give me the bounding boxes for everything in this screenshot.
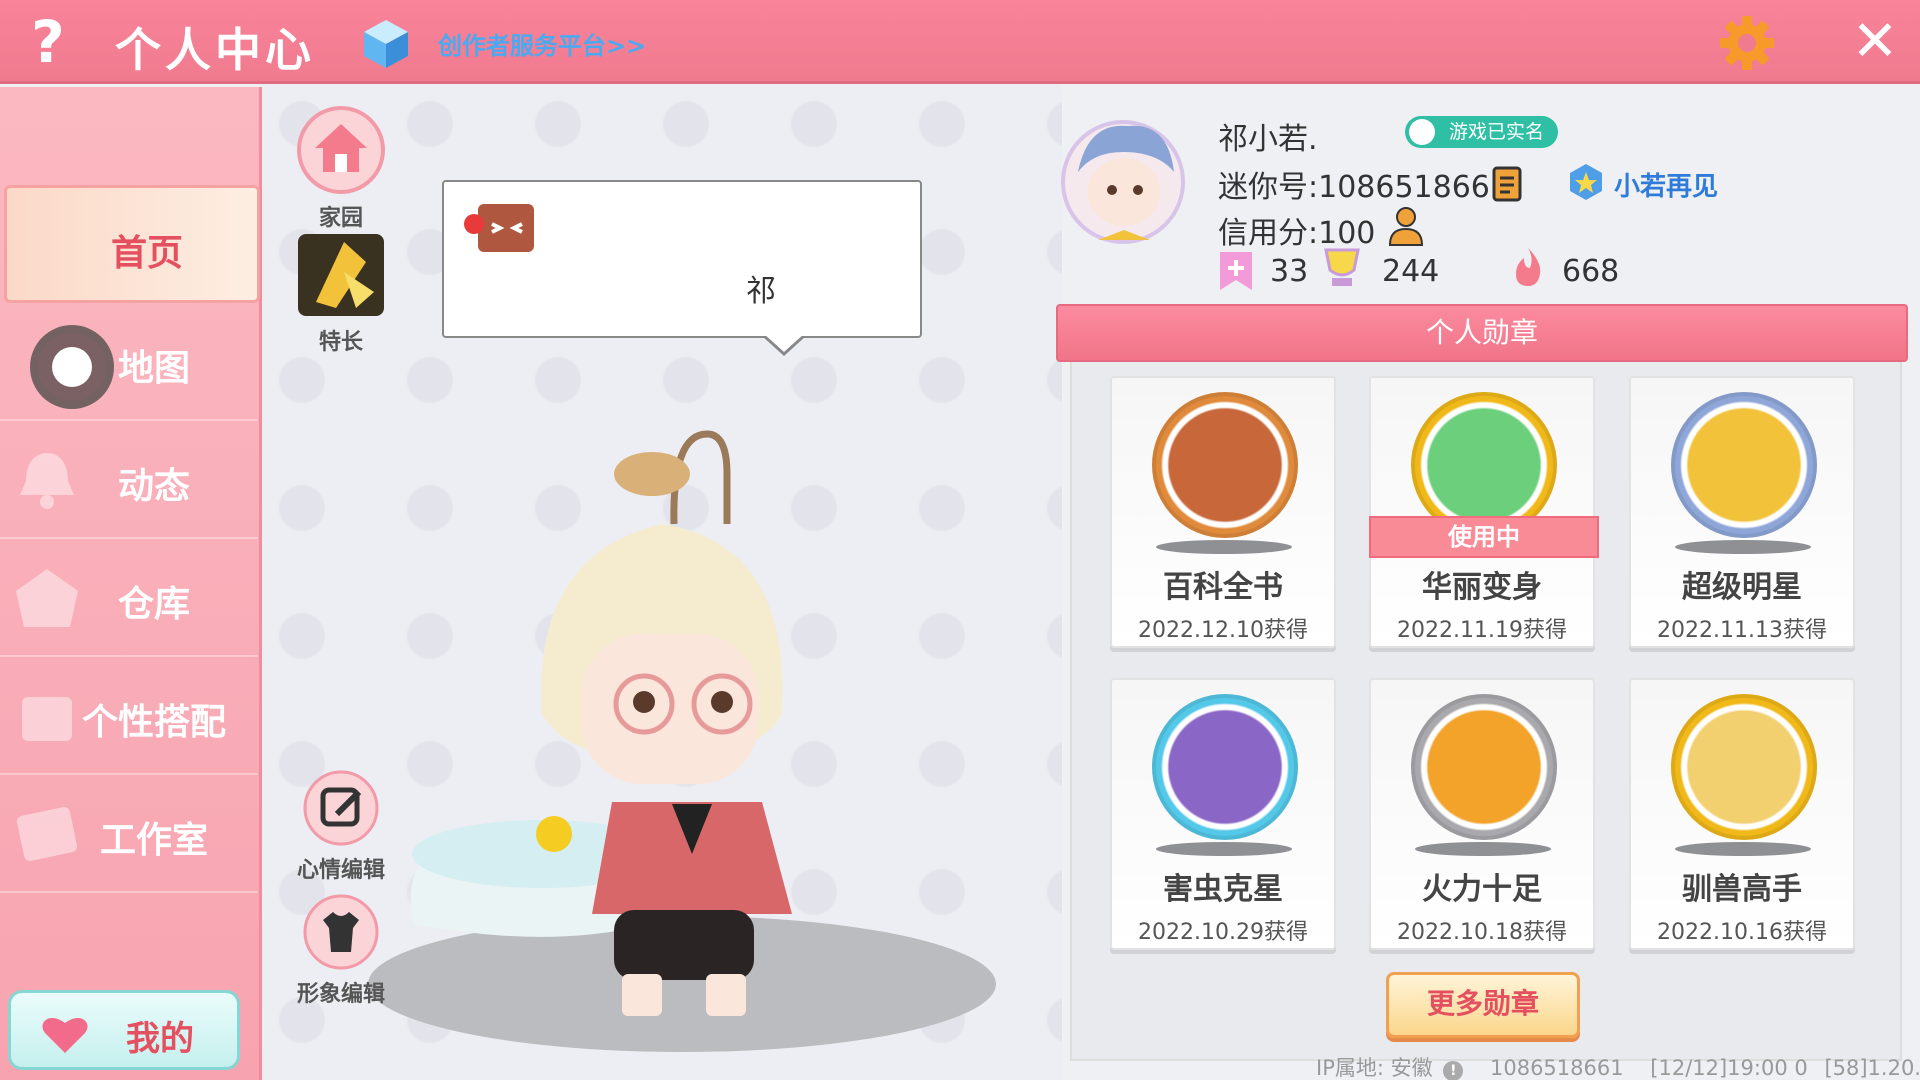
home-label: 家园 [318, 206, 363, 231]
talent-icon [298, 234, 384, 316]
medal-shadow [1675, 540, 1811, 554]
home-button[interactable]: 家园 [286, 106, 396, 232]
person-icon[interactable] [1386, 205, 1426, 247]
footer-info: IP属地: 安徽 ! 1086518661 [12/12]19:00 0 [58… [1316, 1052, 1920, 1080]
creator-platform-link[interactable]: 创作者服务平台>> [438, 26, 646, 61]
help-icon[interactable]: ? [18, 10, 78, 74]
cube-icon[interactable] [362, 18, 410, 70]
info-icon[interactable]: ! [1443, 1061, 1464, 1080]
medal-shadow [1415, 842, 1551, 856]
sidebar-item-outfit[interactable]: 个性搭配 [0, 657, 258, 775]
star-badge-icon [1570, 164, 1602, 200]
bookmark-icon [1220, 252, 1252, 290]
mood-bubble[interactable]: 祁 [442, 180, 922, 338]
talent-button[interactable]: 特长 [286, 232, 396, 356]
more-medals-button[interactable]: 更多勋章 [1386, 972, 1580, 1038]
avatar[interactable] [1058, 112, 1188, 252]
medal-card[interactable]: 驯兽高手 2022.10.16获得 [1629, 678, 1855, 950]
medal-name: 华丽变身 [1422, 570, 1542, 605]
stat-value: 244 [1382, 254, 1440, 289]
sidebar-item-feed[interactable]: 动态 [0, 421, 258, 539]
medal-card[interactable]: 百科全书 2022.12.10获得 [1110, 376, 1336, 648]
medal-card[interactable]: 害虫克星 2022.10.29获得 [1110, 678, 1336, 950]
medal-shadow [1156, 540, 1292, 554]
mood-text: 祁 [746, 274, 776, 309]
bubble-tail [762, 334, 806, 356]
stat-value: 668 [1562, 254, 1620, 289]
mini-id: 迷你号:1086518661 [1218, 170, 1509, 205]
top-bar: ? 个人中心 创作者服务平台>> ✕ [0, 0, 1920, 84]
footer-timestamp: [12/12]19:00 0 [1650, 1056, 1808, 1080]
image-edit-button[interactable]: 形象编辑 [286, 894, 396, 1008]
encyclopedia-medal-icon [1152, 392, 1298, 538]
medal-name: 超级明星 [1682, 570, 1802, 605]
sidebar-nav: 首页 地图 动态 仓库 个性搭配 工作室 [0, 87, 262, 1080]
footer-uid: 1086518661 [1489, 1056, 1624, 1080]
gear-icon[interactable] [1718, 14, 1776, 72]
beast-tamer-medal-icon [1671, 694, 1817, 840]
verified-label: 游戏已实名 [1449, 121, 1545, 143]
mood-edit-button[interactable]: 心情编辑 [286, 770, 396, 884]
outfit-edit-icon [303, 894, 379, 970]
friend-name-link[interactable]: 小若再见 [1614, 166, 1718, 203]
copy-icon[interactable] [1492, 162, 1528, 202]
sidebar-item-label: 个性搭配 [81, 702, 226, 743]
edit-pencil-icon [303, 770, 379, 846]
medal-card[interactable]: 使用中 华丽变身 2022.11.19获得 [1369, 376, 1599, 648]
medal-name: 驯兽高手 [1682, 872, 1802, 907]
mood-edit-label: 心情编辑 [296, 858, 385, 883]
sidebar-item-label: 首页 [110, 233, 183, 274]
in-use-badge: 使用中 [1369, 516, 1599, 558]
page-title: 个人中心 [115, 23, 315, 77]
footer-version: [58]1.20.10 [1824, 1056, 1920, 1080]
sidebar-item-label: 动态 [117, 466, 190, 507]
firepower-medal-icon [1411, 694, 1557, 840]
medal-name: 百科全书 [1163, 570, 1283, 605]
medal-shadow [1156, 842, 1292, 856]
ip-location: IP属地: 安徽 [1316, 1056, 1433, 1080]
heart-icon [42, 1017, 88, 1053]
sidebar-item-studio[interactable]: 工作室 [0, 775, 258, 893]
medal-date: 2022.11.19获得 [1397, 618, 1567, 643]
medal-date: 2022.12.10获得 [1138, 618, 1308, 643]
house-icon [297, 106, 385, 194]
medal-card[interactable]: 超级明星 2022.11.13获得 [1629, 376, 1855, 648]
user-check-icon [1409, 119, 1435, 145]
medal-date: 2022.10.16获得 [1657, 920, 1827, 945]
sidebar-item-label: 仓库 [117, 584, 190, 625]
medal-name: 火力十足 [1422, 872, 1542, 907]
character-illustration [368, 430, 996, 1052]
emoji-icon [464, 204, 534, 252]
medal-name: 害虫克星 [1163, 872, 1283, 907]
mine-button[interactable]: 我的 [8, 990, 240, 1070]
image-edit-label: 形象编辑 [296, 982, 385, 1007]
player-name: 祁小若. [1218, 122, 1318, 157]
floating-assist-button[interactable] [30, 325, 114, 409]
medal-section-title: 个人勋章 [1056, 304, 1908, 362]
sidebar-item-warehouse[interactable]: 仓库 [0, 539, 258, 657]
stat-value: 33 [1270, 254, 1309, 289]
mine-label: 我的 [126, 1019, 194, 1059]
medal-date: 2022.11.13获得 [1657, 618, 1827, 643]
trophy-icon [1324, 248, 1360, 286]
talent-label: 特长 [318, 330, 363, 355]
close-icon[interactable]: ✕ [1846, 10, 1904, 74]
superstar-medal-icon [1671, 392, 1817, 538]
sidebar-item-home[interactable]: 首页 [4, 185, 260, 303]
medal-date: 2022.10.29获得 [1138, 920, 1308, 945]
verified-badge: 游戏已实名 [1405, 116, 1559, 148]
flame-icon [1516, 248, 1541, 286]
medal-date: 2022.10.18获得 [1397, 920, 1567, 945]
sidebar-item-label: 工作室 [99, 820, 208, 861]
medal-card[interactable]: 火力十足 2022.10.18获得 [1369, 678, 1595, 950]
pest-buster-medal-icon [1152, 694, 1298, 840]
medal-shadow [1675, 842, 1811, 856]
